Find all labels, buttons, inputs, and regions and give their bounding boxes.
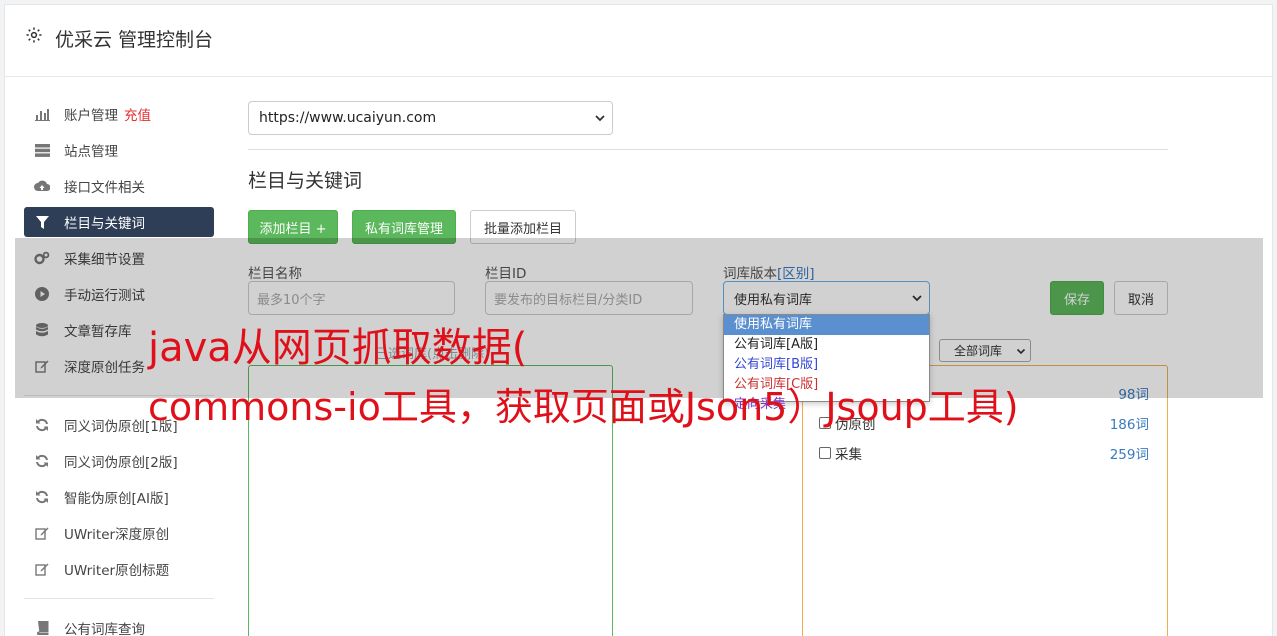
page-title: 优采云 管理控制台 xyxy=(55,29,214,51)
dropdown-option[interactable]: 公有词库[B版] xyxy=(724,355,929,375)
sidebar-item-label: 栏目与关键词 xyxy=(64,216,145,232)
sidebar-divider xyxy=(24,598,214,599)
list-item[interactable]: 采集 xyxy=(819,443,862,463)
sidebar-item-interface[interactable]: 接口文件相关 xyxy=(24,171,214,201)
dropdown-option[interactable]: 使用私有词库 xyxy=(724,315,929,335)
sidebar-item-uwriter-deep[interactable]: UWriter深度原创 xyxy=(24,518,214,548)
sidebar-item-uwriter-title[interactable]: UWriter原创标题 xyxy=(24,554,214,584)
sidebar-item-label: UWriter深度原创 xyxy=(64,527,170,543)
watermark-line-2: commons-io工具，获取页面或Json5）Jsoup工具) xyxy=(148,385,1019,429)
site-select-value: https://www.ucaiyun.com xyxy=(259,110,437,126)
divider xyxy=(248,149,1168,150)
edit-icon xyxy=(34,561,50,577)
edit-icon xyxy=(34,525,50,541)
watermark-line-1: java从网页抓取数据( xyxy=(148,325,528,371)
top-bar: 优采云 管理控制台 xyxy=(5,5,1272,77)
gear-icon xyxy=(26,27,42,43)
wordlib-count: 259词 xyxy=(1109,447,1149,463)
bar-chart-icon xyxy=(34,106,50,122)
sidebar-item-columns[interactable]: 栏目与关键词 xyxy=(24,207,214,237)
sidebar-item-public-lib[interactable]: 公有词库查询 xyxy=(24,613,214,636)
sidebar-item-label: UWriter原创标题 xyxy=(64,563,170,579)
filter-icon xyxy=(34,214,50,230)
sidebar-item-label: 公有词库查询 xyxy=(64,622,145,636)
sidebar-item-label: 账户管理 xyxy=(64,108,118,124)
section-title: 栏目与关键词 xyxy=(248,170,363,192)
sidebar-item-synonym-2[interactable]: 同义词伪原创[2版] xyxy=(24,446,214,476)
recharge-link[interactable]: 充值 xyxy=(124,104,151,124)
sidebar-item-label: 智能伪原创[AI版] xyxy=(64,491,169,507)
sidebar-item-label: 同义词伪原创[2版] xyxy=(64,455,178,471)
checkbox[interactable] xyxy=(819,447,831,459)
sidebar-item-ai-rewrite[interactable]: 智能伪原创[AI版] xyxy=(24,482,214,512)
sidebar-item-account[interactable]: 账户管理 充值 xyxy=(24,99,214,129)
book-icon xyxy=(34,620,50,636)
wordlib-name: 采集 xyxy=(835,447,862,463)
refresh-icon xyxy=(34,417,50,433)
dropdown-option[interactable]: 公有词库[A版] xyxy=(724,335,929,355)
sidebar-item-label: 站点管理 xyxy=(64,144,118,160)
server-icon xyxy=(34,142,50,158)
wordlib-count: 186词 xyxy=(1109,417,1149,433)
refresh-icon xyxy=(34,453,50,469)
sidebar-item-label: 接口文件相关 xyxy=(64,180,145,196)
cloud-upload-icon xyxy=(34,178,50,194)
sidebar-item-sites[interactable]: 站点管理 xyxy=(24,135,214,165)
chevron-down-icon xyxy=(595,115,605,122)
site-select[interactable]: https://www.ucaiyun.com xyxy=(248,101,613,135)
modal-backdrop xyxy=(15,238,1263,398)
refresh-icon xyxy=(34,489,50,505)
